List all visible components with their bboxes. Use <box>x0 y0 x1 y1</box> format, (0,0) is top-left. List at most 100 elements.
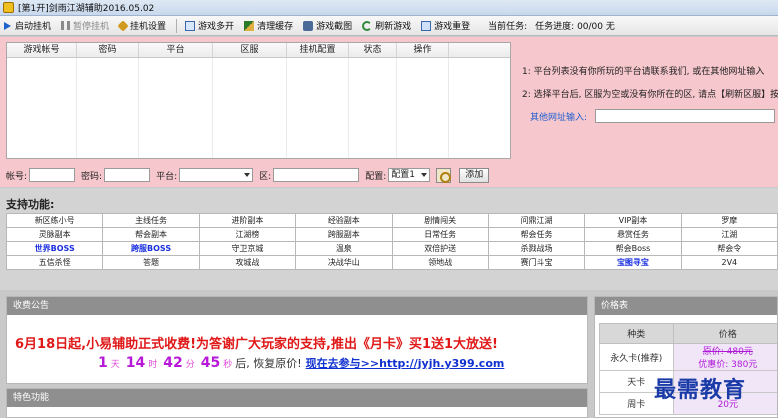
account-grid[interactable]: 游戏帐号 密码 平台 区服 挂机配置 状态 操作 <box>6 42 511 159</box>
notice-panel: 收费公告 6月18日起,小易辅助正式收费!为答谢广大玩家的支持,推出《月卡》买1… <box>6 296 588 384</box>
support-item[interactable]: 决战华山 <box>295 255 393 270</box>
support-item[interactable]: 帮会副本 <box>102 227 200 242</box>
other-url-row: 其他网址输入: <box>530 109 776 123</box>
support-item[interactable]: 世界BOSS <box>5 241 104 256</box>
support-table: 新区练小号 主线任务 进阶副本 经验副本 剧情闯关 问鼎江湖 VIP副本 罗摩 灵脉副本 帮会副本… <box>5 213 778 270</box>
original-price: 原价: 480元 <box>702 347 753 357</box>
support-item[interactable]: 进阶副本 <box>198 213 297 228</box>
other-url-input[interactable] <box>595 109 776 123</box>
screenshot-button[interactable]: 游戏截图 <box>303 19 352 32</box>
col-status[interactable]: 状态 <box>349 43 397 57</box>
support-item[interactable]: 五信杀怪 <box>5 255 104 270</box>
platform-select[interactable] <box>179 168 254 182</box>
support-item[interactable]: 攻城战 <box>198 255 297 270</box>
window-icon <box>185 20 196 31</box>
task-progress-label: 任务进度: 00/00 无 <box>535 22 615 32</box>
participate-link[interactable]: 现在去参与>>http://jyjh.y399.com <box>306 355 505 371</box>
support-item[interactable]: 新区练小号 <box>5 213 104 228</box>
price-header: 价格表 <box>595 297 777 315</box>
support-item[interactable]: 经验副本 <box>295 213 393 228</box>
countdown: 1 天 14 时 42 分 45 秒 后, 恢复原价! 现在去参与>>http:… <box>98 355 505 371</box>
brush-icon <box>244 20 255 31</box>
countdown-seconds: 45 <box>200 355 221 371</box>
chevron-down-icon <box>244 173 251 177</box>
platform-label: 平台: <box>156 171 178 182</box>
other-url-label: 其他网址输入: <box>530 112 588 123</box>
add-account-button[interactable]: 添加 <box>459 167 490 183</box>
price-col-price: 价格 <box>672 323 777 344</box>
support-item[interactable]: 悬赏任务 <box>584 227 682 242</box>
countdown-minutes: 42 <box>163 355 183 371</box>
multi-open-button[interactable]: 游戏多开 <box>185 19 234 32</box>
support-item[interactable]: 杀戮战场 <box>487 241 586 256</box>
support-item[interactable]: 双倍护送 <box>391 241 489 256</box>
support-item[interactable]: 主线任务 <box>102 213 200 228</box>
support-section: 支持功能: 新区练小号 主线任务 进阶副本 经验副本 剧情闯关 问鼎江湖 VIP副本 罗摩 灵脉… <box>0 188 778 290</box>
chevron-down-icon <box>421 173 428 177</box>
title-bar: [第1开]剑雨江湖辅助2016.05.02 <box>0 0 778 16</box>
support-item[interactable]: 跨服BOSS <box>102 241 200 256</box>
window-title: [第1开]剑雨江湖辅助2016.05.02 <box>18 4 155 14</box>
feature-header: 特色功能 <box>7 389 587 407</box>
support-item[interactable]: 2V4 <box>680 255 778 270</box>
col-server[interactable]: 区服 <box>213 43 287 57</box>
relogin-button[interactable]: 游戏重登 <box>421 19 470 32</box>
support-item[interactable]: 赛门斗宝 <box>487 255 586 270</box>
relogin-icon <box>421 20 432 31</box>
key-icon[interactable] <box>436 167 452 183</box>
notice-header: 收费公告 <box>7 297 587 315</box>
support-item[interactable]: 答题 <box>102 255 200 270</box>
tip-1: 1: 平台列表没有你所玩的平台请联系我们, 或在其他网址输入 <box>522 67 765 77</box>
play-icon <box>4 21 11 30</box>
col-platform[interactable]: 平台 <box>139 43 213 57</box>
support-item[interactable]: 领地战 <box>391 255 489 270</box>
sale-price: 优惠价: 380元 <box>698 360 758 370</box>
password-input[interactable] <box>104 168 151 182</box>
col-action[interactable]: 操作 <box>397 43 449 57</box>
config-select[interactable]: 配置1 <box>388 168 431 182</box>
toolbar: 启动挂机 暂停挂机 挂机设置 游戏多开 清理缓存 游戏截图 刷新游戏 游戏重登 … <box>0 16 778 36</box>
refresh-game-button[interactable]: 刷新游戏 <box>362 19 411 32</box>
support-row: 五信杀怪 答题 攻城战 决战华山 领地战 赛门斗宝 宝图寻宝 2V4 <box>5 255 778 270</box>
support-row: 世界BOSS 跨服BOSS 守卫京城 温泉 双倍护送 杀戮战场 帮会Boss 帮会令 <box>5 241 778 256</box>
support-item[interactable]: 问鼎江湖 <box>487 213 586 228</box>
support-item[interactable]: 江湖 <box>680 227 778 242</box>
support-item[interactable]: 罗摩 <box>680 213 778 228</box>
support-item[interactable]: 日常任务 <box>391 227 489 242</box>
password-label: 密码: <box>81 171 103 182</box>
countdown-after-text: 后, 恢复原价! <box>235 357 302 370</box>
support-item[interactable]: VIP副本 <box>584 213 682 228</box>
support-item[interactable]: 帮会任务 <box>487 227 586 242</box>
support-item[interactable]: 剧情闯关 <box>391 213 489 228</box>
support-item[interactable]: 帮会Boss <box>584 241 682 256</box>
support-item[interactable]: 江湖榜 <box>198 227 297 242</box>
tips: 1: 平台列表没有你所玩的平台请联系我们, 或在其他网址输入 2: 选择平台后,… <box>522 64 778 110</box>
camera-icon <box>303 20 314 31</box>
support-item[interactable]: 灵脉副本 <box>5 227 104 242</box>
support-item[interactable]: 帮会令 <box>680 241 778 256</box>
pause-icon <box>61 21 71 30</box>
server-input[interactable] <box>273 168 360 182</box>
countdown-days: 1 <box>98 355 108 371</box>
current-task-label: 当前任务: <box>488 22 528 32</box>
wrench-icon <box>117 19 129 32</box>
support-item[interactable]: 温泉 <box>295 241 393 256</box>
account-input[interactable] <box>29 168 76 182</box>
watermark-logo: 最需教育 <box>654 377 747 403</box>
support-item[interactable]: 宝图寻宝 <box>584 255 682 270</box>
start-hangup-button[interactable]: 启动挂机 <box>4 19 51 32</box>
support-item[interactable]: 守卫京城 <box>198 241 297 256</box>
server-label: 区: <box>259 171 272 182</box>
clear-cache-button[interactable]: 清理缓存 <box>244 19 293 32</box>
grid-body <box>7 58 510 158</box>
col-password[interactable]: 密码 <box>77 43 139 57</box>
col-config[interactable]: 挂机配置 <box>287 43 349 57</box>
price-col-type: 种类 <box>599 323 674 344</box>
support-row: 灵脉副本 帮会副本 江湖榜 跨服副本 日常任务 帮会任务 悬赏任务 江湖 <box>5 227 778 242</box>
pause-hangup-button[interactable]: 暂停挂机 <box>61 19 109 32</box>
hangup-settings-button[interactable]: 挂机设置 <box>117 19 166 32</box>
col-account[interactable]: 游戏帐号 <box>7 43 77 57</box>
support-item[interactable]: 跨服副本 <box>295 227 393 242</box>
toolbar-separator <box>176 18 178 33</box>
add-account-form: 帐号: 密码: 平台: 区: 配置: 配置1 添加 <box>6 167 526 183</box>
